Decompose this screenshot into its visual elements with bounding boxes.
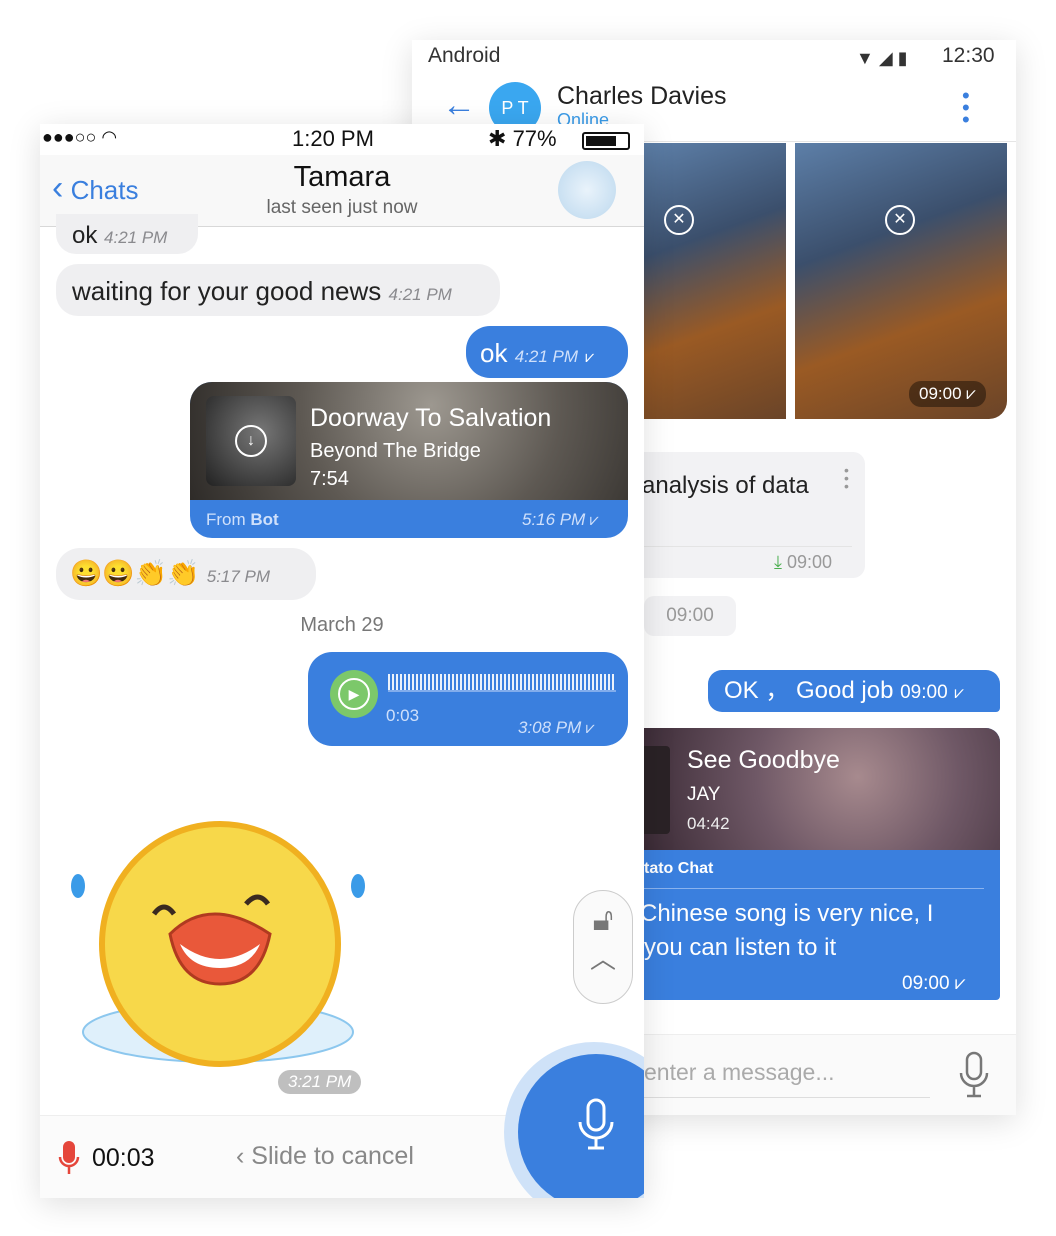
lock-icon: 🔓︎ [592, 901, 614, 937]
emoji-bubble[interactable]: 😀😀👏👏 5:17 PM [56, 548, 316, 600]
more-menu-icon[interactable]: • • • [962, 85, 970, 131]
download-icon: ⤓ [774, 552, 782, 572]
microphone-icon[interactable] [957, 1051, 991, 1099]
file-message[interactable]: analysis of data • • • ⤓ 09:00 [612, 452, 865, 578]
microphone-icon [576, 1098, 616, 1150]
read-check-icon: ⩗ [954, 973, 966, 994]
forwarded-from: tato Chat [644, 860, 714, 877]
chevron-up-icon: ︿ [589, 944, 616, 974]
voice-bubble[interactable]: ▶ 0:03 3:08 PM ⩗ [308, 652, 628, 746]
lock-recording-button[interactable]: 🔓︎ ︿ [573, 890, 633, 1004]
message-line-1: Chinese song is very nice, I [644, 900, 934, 927]
read-check-icon: ⩗ [585, 720, 595, 737]
status-time: 1:20 PM [292, 126, 374, 151]
time-pill: 09:00 [644, 596, 736, 636]
signal-dots-icon: ●●●○○ ◠ [42, 127, 118, 147]
bluetooth-icon: ✱ [488, 126, 507, 151]
duck-sticker[interactable] [70, 794, 380, 1084]
cancel-download-icon[interactable]: ✕ [664, 205, 694, 235]
ok-message[interactable]: OK ， Good job 09:00 ⩗ [708, 670, 1000, 712]
voice-duration: 0:03 [386, 706, 420, 725]
status-icons: ▼ ◢ ▮ [856, 48, 908, 68]
song-artist: JAY [687, 784, 721, 805]
ios-phone: ●●●○○ ◠ 1:20 PM ✱ 77% ‹ Chats Tamara las… [40, 124, 644, 1198]
record-button[interactable] [504, 1042, 644, 1198]
sticker-time: 3:21 PM [288, 1072, 352, 1091]
song-duration: 7:54 [310, 468, 349, 490]
back-arrow-icon[interactable]: ← [442, 86, 476, 125]
photo-left[interactable]: ✕ [644, 143, 786, 419]
date-separator: March 29 [300, 614, 384, 636]
play-icon[interactable]: ▶ [330, 670, 378, 718]
album-art [644, 746, 670, 834]
message-bubble[interactable]: waiting for your good news 4:21 PM [56, 264, 500, 316]
chevron-left-icon: ‹ [236, 1142, 245, 1170]
slide-to-cancel[interactable]: ‹ Slide to cancel [236, 1142, 414, 1171]
album-art: ↓ [206, 396, 296, 486]
avatar[interactable] [558, 161, 616, 219]
music-message[interactable]: See Goodbye JAY 04:42 tato Chat Chinese … [644, 728, 1000, 1000]
file-time: 09:00 [786, 552, 833, 572]
recording-mic-icon [58, 1140, 80, 1176]
song-title: See Goodbye [687, 746, 840, 774]
waveform[interactable] [388, 674, 616, 692]
message-bubble[interactable]: ok 4:21 PM ⩗ [466, 326, 628, 378]
song-artist: Beyond The Bridge [310, 440, 481, 462]
message-bubble[interactable]: ok 4:21 PM [56, 214, 198, 254]
file-menu-icon[interactable]: • • • [844, 463, 849, 493]
battery-percent: 77% [512, 126, 557, 151]
read-check-icon: ⩗ [585, 349, 595, 366]
read-check-icon: ⩗ [589, 512, 599, 529]
file-name: analysis of data [642, 472, 809, 499]
music-bubble[interactable]: ↓ Doorway To Salvation Beyond The Bridge… [190, 382, 628, 538]
photo-right[interactable]: ✕ 09:00 ⩗ [795, 143, 1007, 419]
wifi-icon: ◠ [101, 127, 118, 147]
read-check-icon: ⩗ [954, 683, 964, 702]
cancel-download-icon[interactable]: ✕ [885, 205, 915, 235]
status-time: 12:30 [942, 44, 995, 67]
battery-icon [582, 132, 630, 150]
message-line-2: you can listen to it [644, 934, 837, 961]
song-duration: 04:42 [687, 814, 730, 833]
recording-timer: 00:03 [92, 1144, 155, 1172]
contact-name: Charles Davies [557, 82, 727, 110]
message-input[interactable]: enter a message... [644, 1059, 835, 1086]
chat-title: Tamara [293, 161, 391, 193]
song-title: Doorway To Salvation [310, 404, 552, 432]
carrier: Android [428, 44, 501, 67]
photo-time: 09:00 ⩗ [909, 381, 986, 407]
download-icon[interactable]: ↓ [235, 425, 267, 457]
